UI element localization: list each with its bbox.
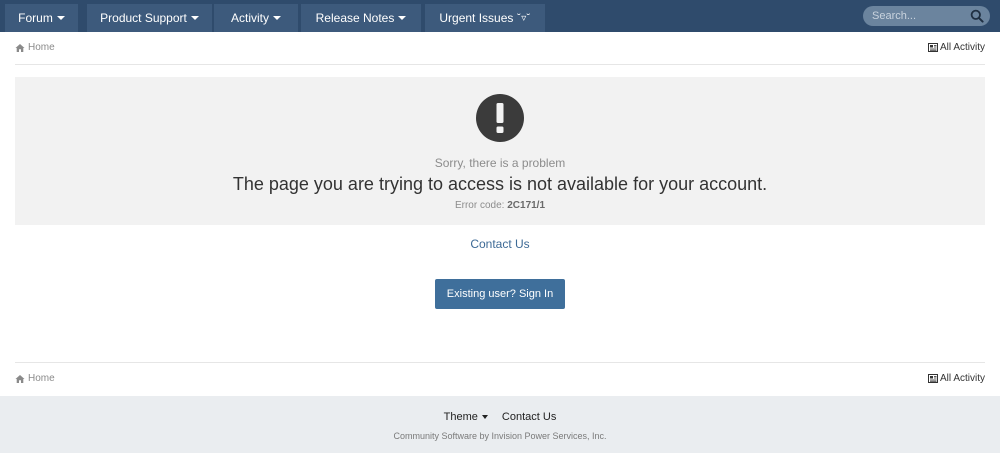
search-icon[interactable]	[970, 9, 984, 23]
error-subtitle: Sorry, there is a problem	[434, 156, 566, 170]
breadcrumb-bottom: Home All Activity	[15, 373, 985, 389]
tab-product-support[interactable]: Product Support	[87, 4, 212, 32]
activity-icon	[927, 43, 938, 52]
error-message: The page you are trying to access is not…	[232, 174, 768, 194]
tab-activity[interactable]: Activity	[214, 4, 298, 32]
error-code-line: Error code: 2C171/1	[15, 200, 985, 211]
tab-label: Product Support	[100, 11, 187, 25]
footer-credit: Community Software by Invision Power Ser…	[393, 431, 607, 441]
search-box	[863, 6, 990, 26]
theme-label: Theme	[443, 411, 478, 423]
top-navbar: Forum Product Support Activity Release N…	[0, 0, 1000, 32]
caret-down-icon	[56, 16, 65, 20]
breadcrumb-home-link[interactable]: Home	[15, 373, 55, 384]
error-code: 2C171/1	[507, 200, 546, 211]
contact-us-link[interactable]: Contact Us	[0, 237, 1000, 251]
tab-label: Forum	[18, 11, 53, 25]
tab-urgent-issues[interactable]: Urgent Issues ˘▿˘	[425, 4, 545, 32]
caret-down-icon	[398, 16, 407, 20]
urgent-glyph-icon: ˘▿˘	[517, 12, 531, 24]
footer-contact-us-link[interactable]: Contact Us	[502, 411, 556, 423]
home-icon	[15, 43, 25, 52]
caret-down-icon	[273, 16, 281, 20]
all-activity-link[interactable]: All Activity	[927, 42, 985, 53]
footer: Theme Contact Us Community Software by I…	[0, 396, 1000, 453]
breadcrumb-home-link[interactable]: Home	[15, 42, 55, 53]
error-code-label: Error code:	[454, 200, 505, 211]
all-activity-link[interactable]: All Activity	[927, 373, 985, 384]
theme-menu[interactable]: Theme	[444, 411, 488, 423]
error-panel: Sorry, there is a problem The page you a…	[15, 77, 985, 225]
tab-label: Urgent Issues	[439, 11, 514, 25]
breadcrumb-home-label: Home	[28, 373, 55, 384]
tab-label: Activity	[230, 11, 269, 25]
sign-in-button[interactable]: Existing user? Sign In	[435, 279, 565, 309]
home-icon	[15, 374, 25, 383]
footer-links: Theme Contact Us	[0, 411, 1000, 423]
divider	[15, 64, 985, 65]
divider	[15, 362, 985, 363]
tab-release-notes[interactable]: Release Notes	[301, 4, 421, 32]
all-activity-label: All Activity	[939, 373, 985, 384]
breadcrumb: Home All Activity	[15, 42, 985, 58]
tab-forum[interactable]: Forum	[5, 4, 78, 32]
breadcrumb-home-label: Home	[28, 42, 55, 53]
tab-label: Release Notes	[315, 11, 395, 25]
caret-down-icon	[481, 415, 488, 419]
activity-icon	[927, 374, 938, 383]
search-input[interactable]	[863, 6, 969, 26]
exclamation-circle-icon	[476, 94, 524, 142]
caret-down-icon	[190, 16, 199, 20]
all-activity-label: All Activity	[939, 42, 985, 53]
